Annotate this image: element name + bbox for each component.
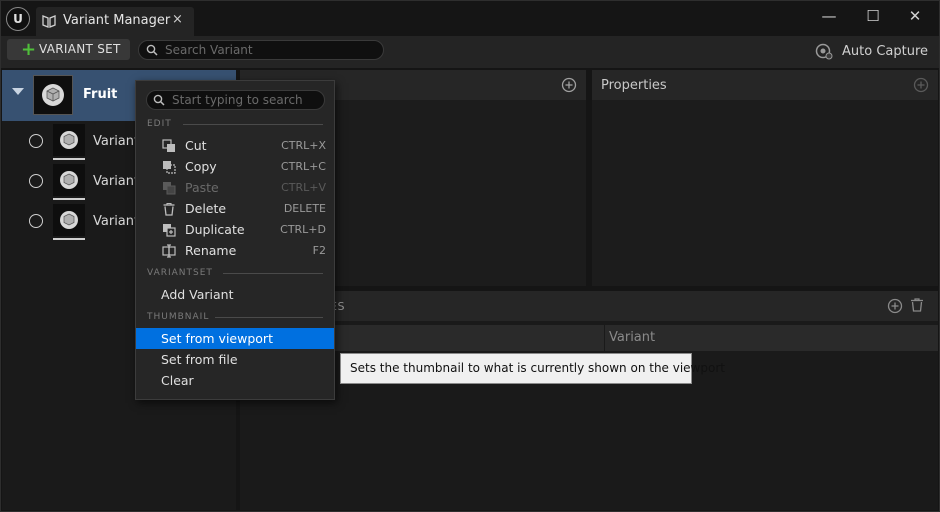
menu-item-cut[interactable]: Cut CTRL+X	[136, 135, 334, 156]
close-window-button[interactable]: ✕	[900, 5, 930, 27]
cube-icon	[60, 211, 78, 229]
menu-item-label: Paste	[185, 180, 219, 195]
section-label-edit: EDIT	[147, 119, 172, 129]
menu-item-label: Set from viewport	[161, 331, 273, 346]
minimize-button[interactable]: —	[814, 5, 844, 27]
dependencies-column-header: t Variant	[240, 325, 938, 351]
rename-icon	[162, 244, 176, 258]
unreal-logo-icon[interactable]: U	[6, 7, 30, 31]
plus-icon: +	[21, 39, 37, 60]
properties-title: Properties	[601, 78, 667, 93]
menu-item-label: Cut	[185, 138, 207, 153]
menu-item-paste[interactable]: Paste CTRL+V	[136, 177, 334, 198]
variant-set-thumbnail	[33, 75, 73, 115]
menu-item-shortcut: CTRL+D	[280, 223, 326, 236]
paste-icon	[163, 182, 176, 195]
variant-search-input[interactable]	[165, 42, 365, 58]
menu-item-label: Delete	[185, 201, 227, 216]
menu-item-label: Set from file	[161, 352, 238, 367]
menu-item-shortcut: CTRL+C	[280, 160, 326, 173]
column-divider[interactable]	[604, 325, 605, 351]
cube-icon	[42, 84, 64, 106]
search-icon	[153, 94, 165, 106]
menu-item-shortcut: CTRL+X	[281, 139, 326, 152]
section-label-thumbnail: THUMBNAIL	[147, 312, 210, 322]
menu-item-copy[interactable]: Copy CTRL+C	[136, 156, 334, 177]
tooltip: Sets the thumbnail to what is currently …	[340, 353, 725, 384]
tab-variant-manager[interactable]: Variant Manager ×	[36, 7, 194, 36]
context-menu: EDIT Cut CTRL+X Copy CTRL+C Paste CTRL+V…	[135, 80, 335, 400]
maximize-button[interactable]: ☐	[858, 5, 888, 27]
variant-radio[interactable]	[29, 214, 43, 228]
variant-name: Variant	[93, 134, 140, 149]
thumbnail-underline	[53, 238, 85, 240]
add-dependency-icon[interactable]	[887, 298, 903, 314]
thumbnail-underline	[53, 198, 85, 200]
trash-icon[interactable]	[909, 297, 925, 313]
section-divider	[183, 124, 323, 125]
add-variant-set-button[interactable]: + VARIANT SET	[7, 39, 130, 60]
menu-item-clear[interactable]: Clear	[136, 370, 334, 391]
section-label-variantset: VARIANTSET	[147, 268, 213, 278]
menu-item-shortcut: DELETE	[283, 202, 326, 215]
copy-icon	[163, 161, 176, 174]
variant-set-label: VARIANT SET	[39, 42, 121, 56]
toolbar: + VARIANT SET Auto Capture	[0, 36, 940, 68]
auto-capture-icon[interactable]	[815, 42, 833, 60]
variant-thumbnail	[53, 164, 85, 196]
menu-item-rename[interactable]: Rename F2	[136, 240, 334, 261]
menu-item-set-from-viewport[interactable]: Set from viewport	[136, 328, 334, 349]
menu-item-delete[interactable]: Delete DELETE	[136, 198, 334, 219]
variant-manager-icon	[42, 15, 56, 28]
properties-header: Properties	[592, 70, 938, 100]
menu-item-shortcut: CTRL+V	[281, 181, 326, 194]
dependencies-header: ES	[240, 291, 938, 321]
variant-set-name: Fruit	[83, 87, 118, 102]
variant-thumbnail	[53, 204, 85, 236]
menu-item-set-from-file[interactable]: Set from file	[136, 349, 334, 370]
section-divider	[223, 273, 323, 274]
menu-item-label: Copy	[185, 159, 217, 174]
variant-radio[interactable]	[29, 134, 43, 148]
auto-capture-label[interactable]: Auto Capture	[842, 44, 928, 59]
dependencies-panel: ES t Variant	[240, 291, 938, 510]
section-divider	[215, 317, 323, 318]
menu-search-input[interactable]	[172, 92, 322, 108]
tab-close-icon[interactable]: ×	[172, 12, 183, 27]
menu-item-label: Rename	[185, 243, 237, 258]
trash-icon	[163, 202, 175, 216]
add-property-icon[interactable]	[913, 77, 929, 93]
menu-item-label: Duplicate	[185, 222, 245, 237]
title-bar: U Variant Manager × — ☐ ✕	[0, 0, 940, 36]
tab-title: Variant Manager	[63, 13, 171, 28]
thumbnail-underline	[53, 158, 85, 160]
properties-panel: Properties	[592, 70, 938, 286]
collapse-arrow-icon[interactable]	[12, 88, 24, 95]
variant-radio[interactable]	[29, 174, 43, 188]
menu-item-shortcut: F2	[312, 244, 326, 257]
menu-search-box[interactable]	[146, 90, 325, 110]
cube-icon	[60, 171, 78, 189]
search-icon	[146, 44, 158, 56]
duplicate-icon	[163, 224, 176, 237]
menu-item-duplicate[interactable]: Duplicate CTRL+D	[136, 219, 334, 240]
menu-item-label: Clear	[161, 373, 194, 388]
cut-icon	[162, 139, 175, 152]
tooltip-text: Sets the thumbnail to what is currently …	[350, 361, 725, 375]
variant-search-box[interactable]	[138, 40, 384, 60]
menu-item-label: Add Variant	[161, 287, 234, 302]
add-actor-icon[interactable]	[561, 77, 577, 93]
cube-icon	[60, 131, 78, 149]
column-header[interactable]: Variant	[609, 330, 655, 345]
variant-thumbnail	[53, 124, 85, 156]
menu-item-add-variant[interactable]: Add Variant	[136, 284, 334, 305]
